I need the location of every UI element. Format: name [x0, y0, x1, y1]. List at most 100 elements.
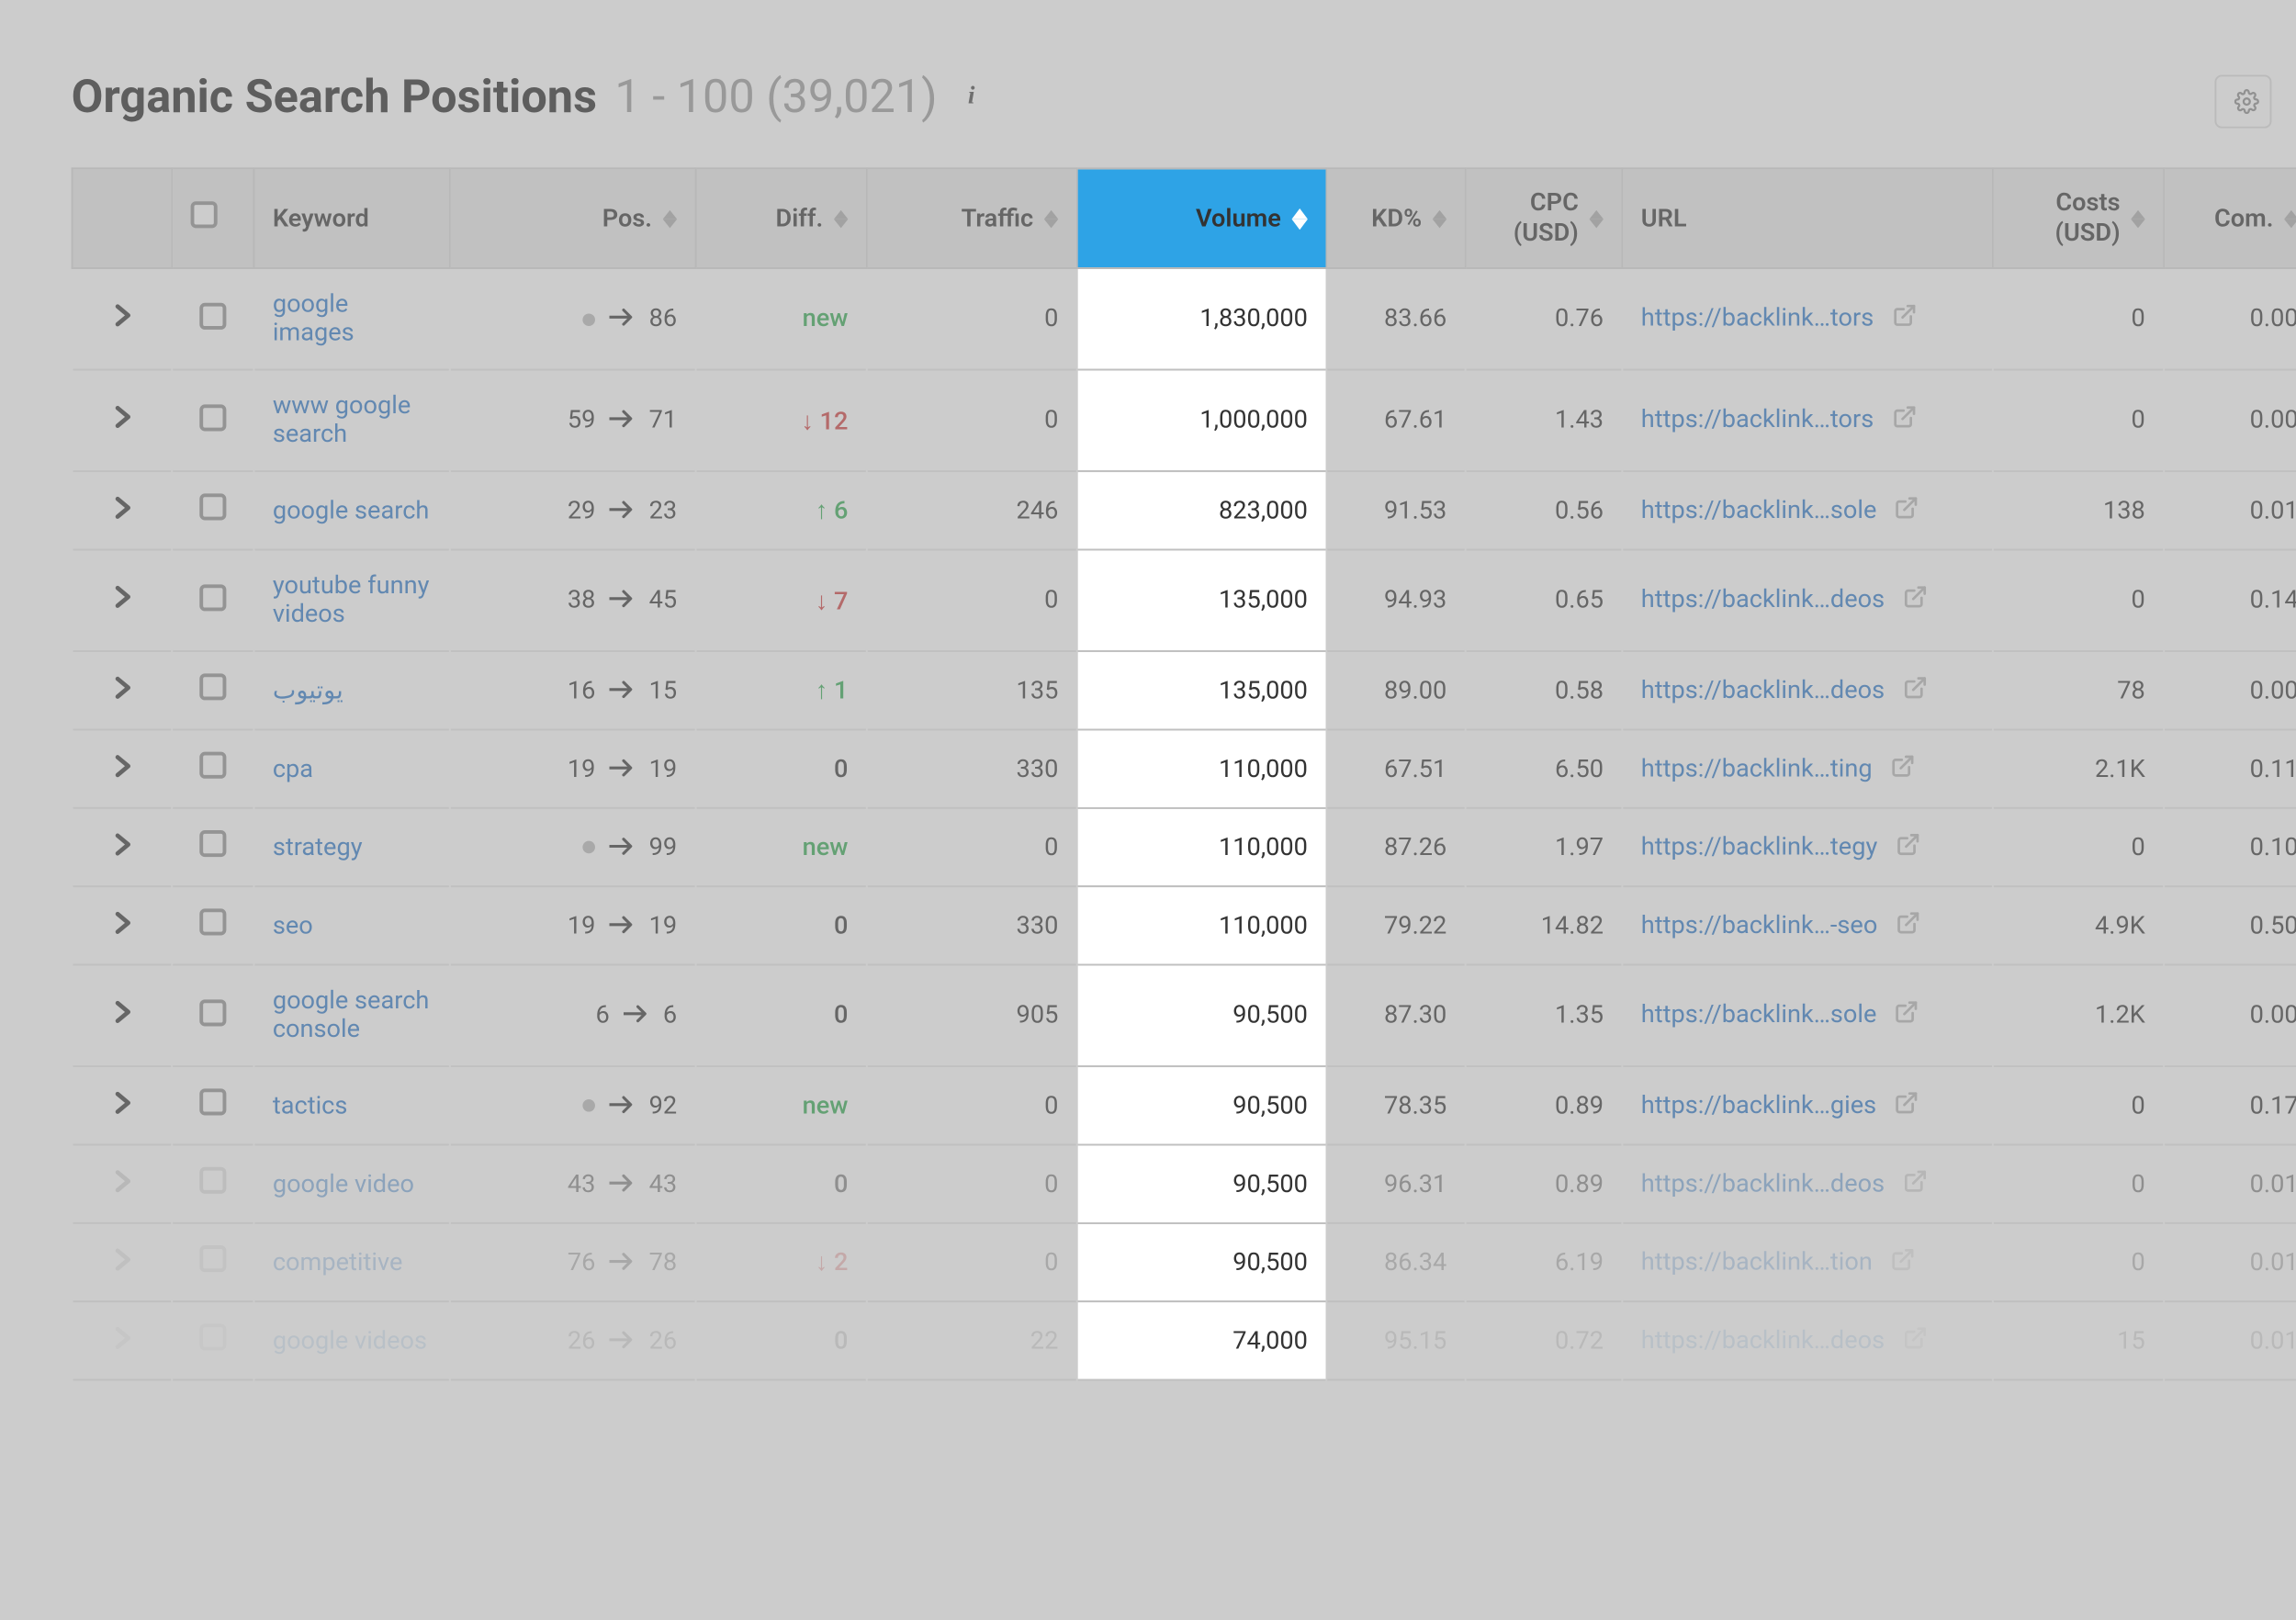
select-cell[interactable]	[172, 471, 253, 549]
col-url[interactable]: URL	[1622, 168, 1993, 268]
row-checkbox[interactable]	[199, 908, 226, 935]
url-link[interactable]: https://backlink…tion	[1641, 1247, 1873, 1276]
expand-cell[interactable]	[73, 1066, 173, 1144]
url-link[interactable]: https://backlink…deos	[1641, 1169, 1885, 1198]
row-checkbox[interactable]	[199, 673, 226, 700]
url-link[interactable]: https://backlink…tors	[1641, 406, 1874, 434]
select-cell[interactable]	[172, 651, 253, 729]
keyword-link[interactable]: competitive	[273, 1248, 403, 1277]
url-cell[interactable]: https://backlink…tegy	[1622, 808, 1993, 886]
row-checkbox[interactable]	[199, 1167, 226, 1194]
external-link-icon[interactable]	[1895, 494, 1919, 526]
url-link[interactable]: https://backlink…tegy	[1641, 832, 1878, 861]
keyword-link[interactable]: يوتيوب	[273, 676, 343, 704]
keyword-link[interactable]: google search	[273, 496, 430, 524]
expand-cell[interactable]	[73, 651, 173, 729]
expand-row-icon[interactable]	[113, 909, 130, 941]
keyword-cell[interactable]: competitive	[253, 1223, 449, 1301]
select-cell[interactable]	[172, 268, 253, 370]
keyword-cell[interactable]: google search	[253, 471, 449, 549]
url-link[interactable]: https://backlink…sole	[1641, 496, 1877, 524]
table-row[interactable]: google videos26 2602274,00095.150.72http…	[73, 1301, 2296, 1379]
table-row[interactable]: google video43 430090,50096.310.89https:…	[73, 1144, 2296, 1222]
row-checkbox[interactable]	[199, 583, 226, 610]
expand-cell[interactable]	[73, 965, 173, 1067]
expand-row-icon[interactable]	[113, 753, 130, 785]
expand-cell[interactable]	[73, 1144, 173, 1222]
url-cell[interactable]: https://backlink…sole	[1622, 471, 1993, 549]
col-volume[interactable]: Volume	[1077, 168, 1327, 268]
expand-row-icon[interactable]	[113, 1246, 130, 1278]
keyword-link[interactable]: seo	[273, 911, 313, 939]
table-row[interactable]: competitive76 782090,50086.346.19https:/…	[73, 1223, 2296, 1301]
col-pos[interactable]: Pos.	[450, 168, 696, 268]
table-row[interactable]: google images 86new01,830,00083.660.76ht…	[73, 268, 2296, 370]
row-checkbox[interactable]	[199, 1245, 226, 1272]
url-cell[interactable]: https://backlink…gies	[1622, 1066, 1993, 1144]
url-cell[interactable]: https://backlink…tion	[1622, 1223, 1993, 1301]
manage-columns-button[interactable]: Ma	[2214, 74, 2271, 128]
url-cell[interactable]: https://backlink…deos	[1622, 1301, 1993, 1379]
expand-row-icon[interactable]	[113, 1324, 130, 1356]
table-row[interactable]: يوتيوب16 151135135,00089.000.58https://b…	[73, 651, 2296, 729]
external-link-icon[interactable]	[1903, 584, 1928, 616]
table-row[interactable]: youtube funny videos38 4570135,00094.930…	[73, 549, 2296, 651]
url-cell[interactable]: https://backlink…deos	[1622, 651, 1993, 729]
keyword-cell[interactable]: tactics	[253, 1066, 449, 1144]
expand-cell[interactable]	[73, 808, 173, 886]
keyword-link[interactable]: www google search	[273, 392, 411, 449]
external-link-icon[interactable]	[1892, 404, 1917, 436]
row-checkbox[interactable]	[199, 752, 226, 779]
row-checkbox[interactable]	[199, 830, 226, 857]
url-link[interactable]: https://backlink…deos	[1641, 586, 1885, 614]
info-icon[interactable]: i	[955, 82, 987, 114]
expand-cell[interactable]	[73, 268, 173, 370]
keyword-link[interactable]: google images	[273, 290, 355, 347]
select-cell[interactable]	[172, 808, 253, 886]
url-cell[interactable]: https://backlink…tors	[1622, 370, 1993, 472]
expand-cell[interactable]	[73, 471, 173, 549]
expand-cell[interactable]	[73, 1223, 173, 1301]
select-cell[interactable]	[172, 549, 253, 651]
keyword-cell[interactable]: google video	[253, 1144, 449, 1222]
keyword-link[interactable]: youtube funny videos	[273, 572, 430, 629]
expand-row-icon[interactable]	[113, 584, 130, 616]
url-cell[interactable]: https://backlink…tors	[1622, 268, 1993, 370]
keyword-cell[interactable]: cpa	[253, 729, 449, 807]
table-row[interactable]: tactics 92new090,50078.350.89https://bac…	[73, 1066, 2296, 1144]
row-checkbox[interactable]	[199, 998, 226, 1025]
select-cell[interactable]	[172, 370, 253, 472]
table-row[interactable]: seo19 190330110,00079.2214.82https://bac…	[73, 886, 2296, 964]
external-link-icon[interactable]	[1890, 1246, 1915, 1278]
row-checkbox[interactable]	[199, 493, 226, 520]
keyword-cell[interactable]: google videos	[253, 1301, 449, 1379]
url-cell[interactable]: https://backlink…ting	[1622, 729, 1993, 807]
col-cpc[interactable]: CPC(USD)	[1466, 168, 1623, 268]
expand-row-icon[interactable]	[113, 1168, 130, 1200]
url-link[interactable]: https://backlink…deos	[1641, 1326, 1885, 1355]
external-link-icon[interactable]	[1896, 909, 1920, 941]
url-link[interactable]: https://backlink…tors	[1641, 304, 1874, 332]
col-com[interactable]: Com.	[2164, 168, 2296, 268]
keyword-cell[interactable]: يوتيوب	[253, 651, 449, 729]
expand-row-icon[interactable]	[113, 1089, 130, 1121]
expand-cell[interactable]	[73, 1301, 173, 1379]
url-link[interactable]: https://backlink…-seo	[1641, 911, 1878, 939]
url-cell[interactable]: https://backlink…sole	[1622, 965, 1993, 1067]
col-select-all[interactable]	[172, 168, 253, 268]
external-link-icon[interactable]	[1903, 1324, 1928, 1356]
checkbox[interactable]	[191, 201, 218, 228]
expand-row-icon[interactable]	[113, 674, 130, 706]
keyword-link[interactable]: tactics	[273, 1091, 348, 1119]
expand-row-icon[interactable]	[113, 303, 130, 335]
keyword-link[interactable]: cpa	[273, 755, 313, 783]
select-cell[interactable]	[172, 965, 253, 1067]
table-row[interactable]: google search29 236246823,00091.530.56ht…	[73, 471, 2296, 549]
table-row[interactable]: www google search59 711201,000,00067.611…	[73, 370, 2296, 472]
expand-cell[interactable]	[73, 370, 173, 472]
row-checkbox[interactable]	[199, 1088, 226, 1115]
external-link-icon[interactable]	[1903, 674, 1928, 706]
col-traffic[interactable]: Traffic	[867, 168, 1077, 268]
external-link-icon[interactable]	[1890, 753, 1915, 785]
url-link[interactable]: https://backlink…gies	[1641, 1091, 1876, 1119]
